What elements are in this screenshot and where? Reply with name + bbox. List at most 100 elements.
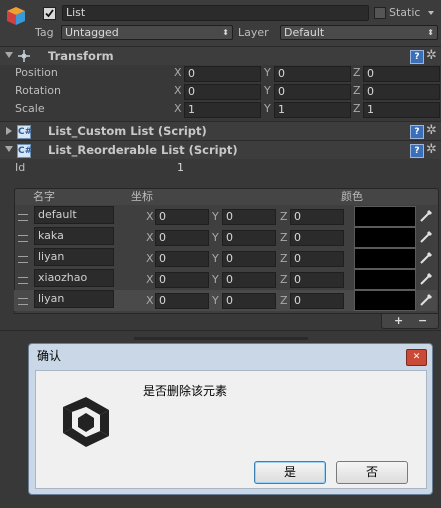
rotation-label: Rotation	[15, 84, 62, 97]
static-dropdown-arrow[interactable]	[428, 11, 434, 15]
add-button[interactable]: +	[394, 314, 403, 328]
transform-icon	[17, 49, 31, 63]
item-z-field[interactable]: 0	[290, 230, 344, 246]
foldout-arrow-icon[interactable]	[5, 52, 13, 58]
item-name-field[interactable]: kaka	[34, 227, 114, 245]
color-swatch[interactable]	[354, 269, 416, 290]
item-x-field[interactable]: 0	[155, 251, 209, 267]
drag-handle-icon[interactable]	[18, 235, 28, 242]
item-z-field[interactable]: 0	[290, 272, 344, 288]
axis-y-label: Y	[212, 294, 219, 307]
item-z-field[interactable]: 0	[290, 293, 344, 309]
item-x-field[interactable]: 0	[155, 293, 209, 309]
yes-button[interactable]: 是	[254, 461, 326, 484]
gear-icon[interactable]: ✲	[426, 49, 437, 62]
list-header-color: 颜色	[341, 190, 363, 203]
item-z-field[interactable]: 0	[290, 251, 344, 267]
eyedropper-icon[interactable]	[418, 271, 434, 287]
axis-y-label: Y	[212, 231, 219, 244]
position-x-field[interactable]: 0	[184, 66, 261, 82]
scale-z-field[interactable]: 1	[363, 102, 440, 118]
list-header: 名字 坐标 颜色	[14, 188, 439, 206]
position-y-field[interactable]: 0	[274, 66, 351, 82]
transform-header[interactable]: Transform ? ✲	[0, 46, 441, 65]
eyedropper-icon[interactable]	[418, 250, 434, 266]
active-checkbox[interactable]	[43, 7, 56, 20]
dialog-message: 是否删除该元素	[143, 384, 228, 398]
item-x-field[interactable]: 0	[155, 209, 209, 225]
item-y-field[interactable]: 0	[222, 251, 276, 267]
help-icon[interactable]: ?	[410, 125, 424, 139]
eyedropper-icon[interactable]	[418, 208, 434, 224]
foldout-arrow-icon[interactable]	[6, 127, 12, 135]
list-item[interactable]: liyan X 0 Y 0 Z 0	[14, 248, 437, 269]
drag-handle-icon[interactable]	[18, 214, 28, 221]
axis-z-label: Z	[280, 294, 288, 307]
color-swatch[interactable]	[354, 206, 416, 227]
layer-dropdown-icon: ⬍	[427, 28, 434, 37]
remove-button[interactable]: −	[418, 314, 427, 328]
color-swatch[interactable]	[354, 248, 416, 269]
item-name-field[interactable]: liyan	[34, 248, 114, 266]
object-name-field[interactable]: List	[62, 5, 369, 21]
color-swatch[interactable]	[354, 290, 416, 311]
list-item[interactable]: liyan X 0 Y 0 Z 0	[14, 290, 437, 311]
drag-handle-icon[interactable]	[18, 277, 28, 284]
color-swatch[interactable]	[354, 227, 416, 248]
scale-y-field[interactable]: 1	[274, 102, 351, 118]
list-item[interactable]: kaka X 0 Y 0 Z 0	[14, 227, 437, 248]
tag-label: Tag	[35, 26, 54, 39]
axis-x-label: X	[146, 231, 154, 244]
close-icon: ✕	[412, 352, 421, 362]
gear-icon[interactable]: ✲	[426, 143, 437, 156]
custom-list-title: List_Custom List (Script)	[48, 124, 207, 138]
list-header-name: 名字	[33, 190, 55, 203]
object-header: List Static Tag Untagged ⬍ Layer Default…	[0, 0, 441, 46]
axis-z-label: Z	[353, 102, 361, 115]
item-y-field[interactable]: 0	[222, 209, 276, 225]
rotation-z-field[interactable]: 0	[363, 84, 440, 100]
tag-dropdown-icon: ⬍	[222, 28, 229, 37]
item-x-field[interactable]: 0	[155, 272, 209, 288]
axis-y-label: Y	[264, 102, 271, 115]
eyedropper-icon[interactable]	[418, 229, 434, 245]
list-item[interactable]: default X 0 Y 0 Z 0	[14, 206, 437, 227]
axis-y-label: Y	[264, 84, 271, 97]
drag-handle-icon[interactable]	[18, 298, 28, 305]
item-y-field[interactable]: 0	[222, 293, 276, 309]
axis-z-label: Z	[280, 231, 288, 244]
item-z-field[interactable]: 0	[290, 209, 344, 225]
rotation-y-field[interactable]: 0	[274, 84, 351, 100]
foldout-arrow-icon[interactable]	[5, 146, 13, 152]
no-button[interactable]: 否	[336, 461, 408, 484]
reorderable-list-header[interactable]: C# List_Reorderable List (Script) ? ✲	[0, 140, 441, 159]
help-icon[interactable]: ?	[410, 50, 424, 64]
id-field[interactable]: 1	[173, 160, 438, 176]
item-name-field[interactable]: xiaozhao	[34, 269, 114, 287]
item-name-field[interactable]: default	[34, 206, 114, 224]
unity-logo-icon	[56, 391, 116, 451]
dialog-content: 是否删除该元素 是 否	[35, 370, 427, 489]
scale-x-field[interactable]: 1	[184, 102, 261, 118]
layer-dropdown[interactable]: Default ⬍	[280, 25, 438, 40]
gear-icon[interactable]: ✲	[426, 124, 437, 137]
dialog-close-button[interactable]: ✕	[406, 349, 427, 366]
axis-y-label: Y	[212, 252, 219, 265]
eyedropper-icon[interactable]	[418, 292, 434, 308]
rotation-x-field[interactable]: 0	[184, 84, 261, 100]
confirm-dialog: 确认 ✕ 是否删除该元素 是 否	[28, 343, 433, 495]
item-name-field[interactable]: liyan	[34, 290, 114, 308]
help-icon[interactable]: ?	[410, 144, 424, 158]
list-header-coord: 坐标	[131, 190, 153, 203]
item-x-field[interactable]: 0	[155, 230, 209, 246]
tag-dropdown[interactable]: Untagged ⬍	[61, 25, 233, 40]
reorderable-list-title: List_Reorderable List (Script)	[48, 143, 238, 157]
list-item[interactable]: xiaozhao X 0 Y 0 Z 0	[14, 269, 437, 290]
static-checkbox[interactable]	[374, 7, 386, 19]
axis-x-label: X	[174, 66, 182, 79]
position-z-field[interactable]: 0	[363, 66, 440, 82]
drag-handle-icon[interactable]	[18, 256, 28, 263]
item-y-field[interactable]: 0	[222, 230, 276, 246]
item-y-field[interactable]: 0	[222, 272, 276, 288]
custom-list-header[interactable]: C# List_Custom List (Script) ? ✲	[0, 121, 441, 140]
